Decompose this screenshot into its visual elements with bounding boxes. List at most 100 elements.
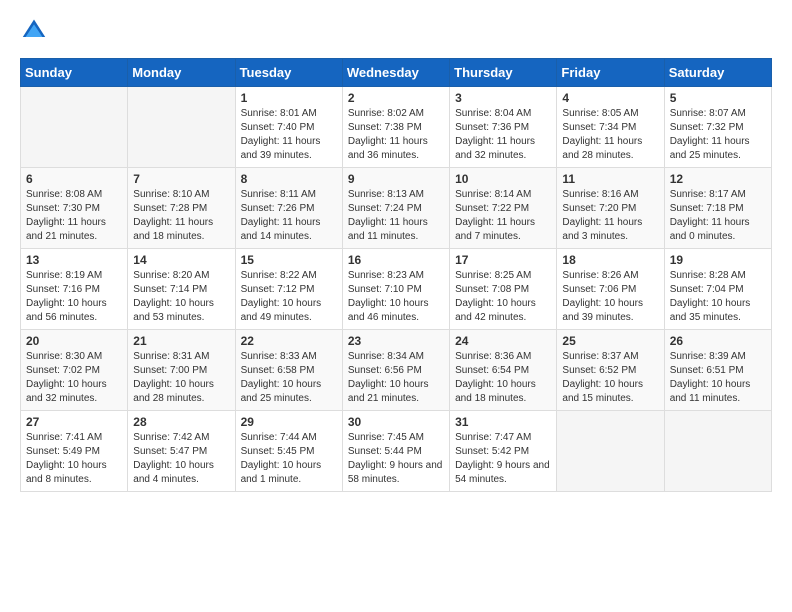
day-number: 19 bbox=[670, 253, 766, 267]
day-number: 12 bbox=[670, 172, 766, 186]
day-number: 21 bbox=[133, 334, 229, 348]
day-info: Sunrise: 8:20 AMSunset: 7:14 PMDaylight:… bbox=[133, 269, 229, 325]
day-info: Sunrise: 8:34 AMSunset: 6:56 PMDaylight:… bbox=[348, 350, 444, 406]
day-number: 9 bbox=[348, 172, 444, 186]
day-info: Sunrise: 7:42 AMSunset: 5:47 PMDaylight:… bbox=[133, 431, 229, 487]
calendar-cell: 27 Sunrise: 7:41 AMSunset: 5:49 PMDayligh… bbox=[21, 411, 128, 492]
calendar-cell: 11 Sunrise: 8:16 AMSunset: 7:20 PMDayligh… bbox=[557, 168, 664, 249]
calendar-cell: 17 Sunrise: 8:25 AMSunset: 7:08 PMDayligh… bbox=[450, 249, 557, 330]
header bbox=[20, 16, 772, 44]
calendar-cell: 30 Sunrise: 7:45 AMSunset: 5:44 PMDayligh… bbox=[342, 411, 449, 492]
calendar-weekday-thursday: Thursday bbox=[450, 59, 557, 87]
day-number: 11 bbox=[562, 172, 658, 186]
day-info: Sunrise: 8:07 AMSunset: 7:32 PMDaylight:… bbox=[670, 107, 766, 163]
calendar-cell: 5 Sunrise: 8:07 AMSunset: 7:32 PMDaylight… bbox=[664, 87, 771, 168]
day-number: 25 bbox=[562, 334, 658, 348]
day-number: 17 bbox=[455, 253, 551, 267]
calendar-cell: 22 Sunrise: 8:33 AMSunset: 6:58 PMDayligh… bbox=[235, 330, 342, 411]
day-info: Sunrise: 8:08 AMSunset: 7:30 PMDaylight:… bbox=[26, 188, 122, 244]
day-number: 16 bbox=[348, 253, 444, 267]
page: SundayMondayTuesdayWednesdayThursdayFrid… bbox=[0, 0, 792, 612]
calendar-cell: 9 Sunrise: 8:13 AMSunset: 7:24 PMDaylight… bbox=[342, 168, 449, 249]
calendar-cell: 16 Sunrise: 8:23 AMSunset: 7:10 PMDayligh… bbox=[342, 249, 449, 330]
calendar-cell: 14 Sunrise: 8:20 AMSunset: 7:14 PMDayligh… bbox=[128, 249, 235, 330]
day-number: 8 bbox=[241, 172, 337, 186]
calendar-cell: 23 Sunrise: 8:34 AMSunset: 6:56 PMDayligh… bbox=[342, 330, 449, 411]
day-info: Sunrise: 8:28 AMSunset: 7:04 PMDaylight:… bbox=[670, 269, 766, 325]
calendar-weekday-friday: Friday bbox=[557, 59, 664, 87]
day-info: Sunrise: 8:33 AMSunset: 6:58 PMDaylight:… bbox=[241, 350, 337, 406]
day-info: Sunrise: 8:05 AMSunset: 7:34 PMDaylight:… bbox=[562, 107, 658, 163]
logo bbox=[20, 16, 54, 44]
calendar-cell: 31 Sunrise: 7:47 AMSunset: 5:42 PMDayligh… bbox=[450, 411, 557, 492]
calendar-cell: 28 Sunrise: 7:42 AMSunset: 5:47 PMDayligh… bbox=[128, 411, 235, 492]
day-info: Sunrise: 7:41 AMSunset: 5:49 PMDaylight:… bbox=[26, 431, 122, 487]
calendar-cell bbox=[21, 87, 128, 168]
day-info: Sunrise: 8:39 AMSunset: 6:51 PMDaylight:… bbox=[670, 350, 766, 406]
day-info: Sunrise: 8:14 AMSunset: 7:22 PMDaylight:… bbox=[455, 188, 551, 244]
day-info: Sunrise: 8:30 AMSunset: 7:02 PMDaylight:… bbox=[26, 350, 122, 406]
day-number: 29 bbox=[241, 415, 337, 429]
day-info: Sunrise: 8:26 AMSunset: 7:06 PMDaylight:… bbox=[562, 269, 658, 325]
calendar-cell bbox=[557, 411, 664, 492]
logo-icon bbox=[20, 16, 48, 44]
day-number: 4 bbox=[562, 91, 658, 105]
calendar-cell: 25 Sunrise: 8:37 AMSunset: 6:52 PMDayligh… bbox=[557, 330, 664, 411]
calendar-cell: 15 Sunrise: 8:22 AMSunset: 7:12 PMDayligh… bbox=[235, 249, 342, 330]
day-info: Sunrise: 8:36 AMSunset: 6:54 PMDaylight:… bbox=[455, 350, 551, 406]
calendar-header-row: SundayMondayTuesdayWednesdayThursdayFrid… bbox=[21, 59, 772, 87]
day-info: Sunrise: 8:19 AMSunset: 7:16 PMDaylight:… bbox=[26, 269, 122, 325]
calendar-cell: 18Sunrise: 8:26 AMSunset: 7:06 PMDayligh… bbox=[557, 249, 664, 330]
day-number: 22 bbox=[241, 334, 337, 348]
day-number: 15 bbox=[241, 253, 337, 267]
calendar-weekday-tuesday: Tuesday bbox=[235, 59, 342, 87]
day-number: 24 bbox=[455, 334, 551, 348]
calendar-cell: 13 Sunrise: 8:19 AMSunset: 7:16 PMDayligh… bbox=[21, 249, 128, 330]
calendar-cell: 7Sunrise: 8:10 AMSunset: 7:28 PMDaylight… bbox=[128, 168, 235, 249]
calendar-cell bbox=[128, 87, 235, 168]
day-info: Sunrise: 8:01 AMSunset: 7:40 PMDaylight:… bbox=[241, 107, 337, 163]
day-number: 10 bbox=[455, 172, 551, 186]
day-info: Sunrise: 8:16 AMSunset: 7:20 PMDaylight:… bbox=[562, 188, 658, 244]
day-info: Sunrise: 8:23 AMSunset: 7:10 PMDaylight:… bbox=[348, 269, 444, 325]
calendar-weekday-saturday: Saturday bbox=[664, 59, 771, 87]
calendar-cell: 21Sunrise: 8:31 AMSunset: 7:00 PMDayligh… bbox=[128, 330, 235, 411]
calendar-cell: 4 Sunrise: 8:05 AMSunset: 7:34 PMDaylight… bbox=[557, 87, 664, 168]
day-number: 1 bbox=[241, 91, 337, 105]
day-info: Sunrise: 8:25 AMSunset: 7:08 PMDaylight:… bbox=[455, 269, 551, 325]
calendar-cell: 26Sunrise: 8:39 AMSunset: 6:51 PMDayligh… bbox=[664, 330, 771, 411]
day-info: Sunrise: 8:13 AMSunset: 7:24 PMDaylight:… bbox=[348, 188, 444, 244]
calendar-cell: 19 Sunrise: 8:28 AMSunset: 7:04 PMDayligh… bbox=[664, 249, 771, 330]
day-number: 30 bbox=[348, 415, 444, 429]
day-info: Sunrise: 8:04 AMSunset: 7:36 PMDaylight:… bbox=[455, 107, 551, 163]
day-info: Sunrise: 7:47 AMSunset: 5:42 PMDaylight:… bbox=[455, 431, 551, 487]
day-info: Sunrise: 8:37 AMSunset: 6:52 PMDaylight:… bbox=[562, 350, 658, 406]
day-info: Sunrise: 8:11 AMSunset: 7:26 PMDaylight:… bbox=[241, 188, 337, 244]
day-info: Sunrise: 8:10 AMSunset: 7:28 PMDaylight:… bbox=[133, 188, 229, 244]
calendar-week-row: 27 Sunrise: 7:41 AMSunset: 5:49 PMDayligh… bbox=[21, 411, 772, 492]
day-info: Sunrise: 8:17 AMSunset: 7:18 PMDaylight:… bbox=[670, 188, 766, 244]
day-number: 27 bbox=[26, 415, 122, 429]
day-info: Sunrise: 7:45 AMSunset: 5:44 PMDaylight:… bbox=[348, 431, 444, 487]
day-number: 23 bbox=[348, 334, 444, 348]
day-number: 13 bbox=[26, 253, 122, 267]
calendar-cell: 10 Sunrise: 8:14 AMSunset: 7:22 PMDayligh… bbox=[450, 168, 557, 249]
calendar-cell: 6 Sunrise: 8:08 AMSunset: 7:30 PMDaylight… bbox=[21, 168, 128, 249]
day-number: 5 bbox=[670, 91, 766, 105]
day-number: 28 bbox=[133, 415, 229, 429]
calendar-cell: 1 Sunrise: 8:01 AMSunset: 7:40 PMDaylight… bbox=[235, 87, 342, 168]
day-number: 3 bbox=[455, 91, 551, 105]
calendar-week-row: 13 Sunrise: 8:19 AMSunset: 7:16 PMDayligh… bbox=[21, 249, 772, 330]
calendar-cell: 2Sunrise: 8:02 AMSunset: 7:38 PMDaylight… bbox=[342, 87, 449, 168]
calendar-cell: 24 Sunrise: 8:36 AMSunset: 6:54 PMDayligh… bbox=[450, 330, 557, 411]
calendar-week-row: 1 Sunrise: 8:01 AMSunset: 7:40 PMDaylight… bbox=[21, 87, 772, 168]
calendar-cell: 8 Sunrise: 8:11 AMSunset: 7:26 PMDaylight… bbox=[235, 168, 342, 249]
day-info: Sunrise: 8:22 AMSunset: 7:12 PMDaylight:… bbox=[241, 269, 337, 325]
calendar-cell bbox=[664, 411, 771, 492]
calendar-weekday-monday: Monday bbox=[128, 59, 235, 87]
day-number: 31 bbox=[455, 415, 551, 429]
day-info: Sunrise: 7:44 AMSunset: 5:45 PMDaylight:… bbox=[241, 431, 337, 487]
day-number: 6 bbox=[26, 172, 122, 186]
day-number: 14 bbox=[133, 253, 229, 267]
calendar-cell: 3 Sunrise: 8:04 AMSunset: 7:36 PMDaylight… bbox=[450, 87, 557, 168]
